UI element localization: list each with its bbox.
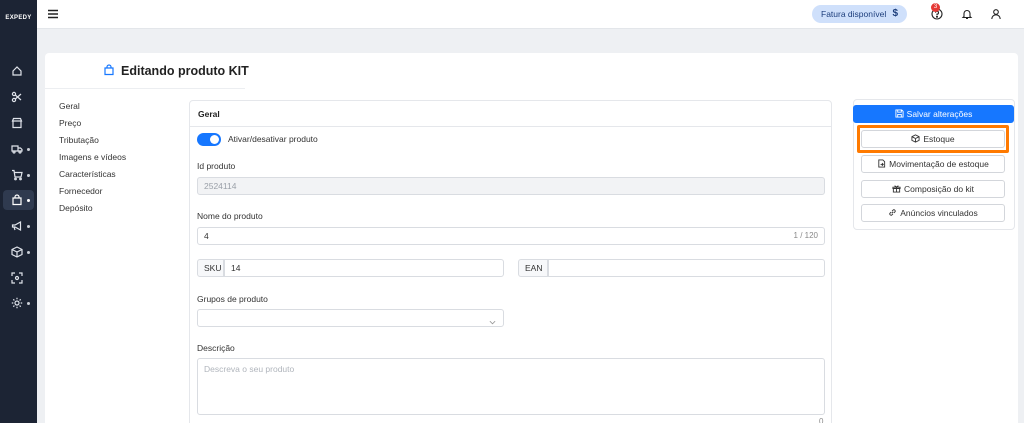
nav-tributacao[interactable]: Tributação — [59, 135, 99, 145]
sidebar-dot — [27, 302, 30, 305]
stock-highlight — [857, 125, 1009, 153]
name-counter: 1 / 120 — [793, 231, 818, 240]
groups-select[interactable] — [197, 309, 504, 327]
gear-icon[interactable] — [11, 297, 23, 309]
menu-icon[interactable] — [47, 8, 59, 20]
sidebar: EXPEDY — [0, 0, 37, 423]
save-icon — [895, 109, 904, 118]
store-icon[interactable] — [11, 117, 23, 129]
megaphone-icon[interactable] — [11, 220, 23, 232]
stock-movement-button[interactable]: Movimentação de estoque — [861, 155, 1005, 173]
save-label: Salvar alterações — [906, 109, 973, 119]
toggle-label: Ativar/desativar produto — [228, 134, 318, 144]
cart-icon[interactable] — [11, 169, 23, 181]
save-button[interactable]: Salvar alterações — [853, 105, 1014, 123]
scan-icon[interactable] — [11, 272, 23, 284]
name-field[interactable]: 4 1 / 120 — [197, 227, 825, 245]
truck-icon[interactable] — [11, 143, 23, 155]
sidebar-dot — [27, 199, 30, 202]
nav-imagens-videos[interactable]: Imagens e vídeos — [59, 152, 126, 162]
title-divider — [45, 88, 245, 89]
page-title: Editando produto KIT — [121, 64, 249, 78]
sidebar-dot — [27, 251, 30, 254]
stock-movement-icon — [878, 159, 886, 168]
description-counter: 0 — [819, 417, 824, 423]
chevron-down-icon — [489, 315, 496, 325]
sidebar-dot — [27, 225, 30, 228]
groups-label: Grupos de produto — [197, 294, 268, 304]
sidebar-dot — [27, 174, 30, 177]
topbar: Fatura disponível $ 3 — [37, 0, 1024, 29]
sidebar-dot — [27, 148, 30, 151]
id-field: 2524114 — [197, 177, 825, 195]
user-icon[interactable] — [990, 8, 1002, 20]
ean-field[interactable] — [548, 259, 825, 277]
gift-icon — [892, 185, 901, 193]
nav-caracteristicas[interactable]: Características — [59, 169, 116, 179]
nav-fornecedor[interactable]: Fornecedor — [59, 186, 102, 196]
nav-deposito[interactable]: Depósito — [59, 203, 93, 213]
description-textarea[interactable]: Descreva o seu produto — [197, 358, 825, 415]
stock-movement-label: Movimentação de estoque — [889, 159, 989, 169]
id-label: Id produto — [197, 161, 236, 171]
main-card: Editando produto KIT Geral Preço Tributa… — [45, 53, 1018, 423]
linked-ads-button[interactable]: Anúncios vinculados — [861, 204, 1005, 222]
home-icon[interactable] — [11, 65, 23, 77]
sku-field[interactable]: 14 — [224, 259, 504, 277]
scissors-icon[interactable] — [11, 91, 23, 103]
name-label: Nome do produto — [197, 211, 263, 221]
invoice-available-button[interactable]: Fatura disponível $ — [812, 5, 907, 23]
link-icon — [889, 209, 896, 216]
invoice-label: Fatura disponível — [821, 9, 887, 19]
box-icon[interactable] — [11, 246, 23, 258]
kit-composition-label: Composição do kit — [904, 184, 974, 194]
kit-composition-button[interactable]: Composição do kit — [861, 180, 1005, 198]
logo: EXPEDY — [5, 15, 32, 21]
section-title: Geral — [190, 101, 831, 127]
sku-label: SKU — [197, 259, 224, 277]
linked-ads-label: Anúncios vinculados — [900, 208, 978, 218]
name-value: 4 — [204, 231, 209, 241]
notification-badge: 3 — [931, 3, 940, 12]
bag-icon — [103, 64, 115, 76]
nav-preco[interactable]: Preço — [59, 118, 81, 128]
bell-icon[interactable] — [961, 8, 973, 20]
bag-icon[interactable] — [11, 194, 23, 206]
nav-geral[interactable]: Geral — [59, 101, 80, 111]
dollar-icon: $ — [892, 8, 898, 19]
ean-label: EAN — [518, 259, 548, 277]
active-toggle[interactable] — [197, 133, 221, 146]
description-label: Descrição — [197, 343, 235, 353]
